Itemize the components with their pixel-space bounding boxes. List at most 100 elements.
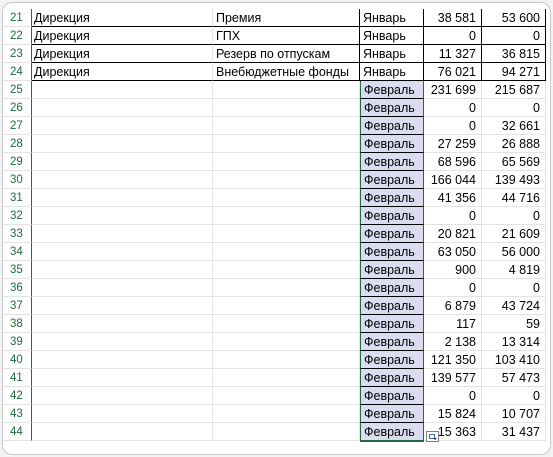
cell-department[interactable] [32, 171, 213, 189]
cell-expense-type[interactable]: Внебюджетные фонды [213, 63, 360, 81]
cell-value-1[interactable]: 2 138 [424, 333, 482, 351]
cell-value-2[interactable]: 53 600 [482, 9, 546, 27]
row-number[interactable]: 30 [3, 171, 32, 189]
cell-department[interactable] [32, 315, 213, 333]
cell-expense-type[interactable]: ГПХ [213, 27, 360, 45]
cell-department[interactable] [32, 99, 213, 117]
cell-month[interactable]: Февраль [360, 189, 424, 207]
cell-month[interactable]: Февраль [360, 99, 424, 117]
cell-expense-type[interactable] [213, 81, 360, 99]
cell-department[interactable] [32, 297, 213, 315]
row-number[interactable]: 38 [3, 315, 32, 333]
cell-department[interactable]: Дирекция [32, 45, 213, 63]
cell-department[interactable] [32, 351, 213, 369]
row-number[interactable]: 34 [3, 243, 32, 261]
row-number[interactable]: 44 [3, 423, 32, 441]
cell-month[interactable]: Февраль [360, 153, 424, 171]
row-number[interactable]: 37 [3, 297, 32, 315]
row-number[interactable]: 31 [3, 189, 32, 207]
cell-department[interactable] [32, 243, 213, 261]
cell-value-1[interactable]: 231 699 [424, 81, 482, 99]
cell-expense-type[interactable] [213, 297, 360, 315]
cell-department[interactable] [32, 135, 213, 153]
cell-value-1[interactable]: 121 350 [424, 351, 482, 369]
cell-value-2[interactable]: 56 000 [482, 243, 546, 261]
cell-month[interactable]: Январь [360, 27, 424, 45]
cell-value-1[interactable]: 0 [424, 27, 482, 45]
cell-department[interactable] [32, 387, 213, 405]
row-number[interactable]: 21 [3, 9, 32, 27]
cell-month[interactable]: Январь [360, 63, 424, 81]
cell-expense-type[interactable] [213, 153, 360, 171]
row-number[interactable]: 29 [3, 153, 32, 171]
cell-expense-type[interactable] [213, 405, 360, 423]
cell-month[interactable]: Февраль [360, 333, 424, 351]
cell-expense-type[interactable] [213, 99, 360, 117]
cell-value-1[interactable]: 27 259 [424, 135, 482, 153]
cell-month[interactable]: Февраль [360, 351, 424, 369]
row-number[interactable]: 43 [3, 405, 32, 423]
cell-month[interactable]: Февраль [360, 279, 424, 297]
cell-expense-type[interactable] [213, 333, 360, 351]
cell-value-1[interactable]: 38 581 [424, 9, 482, 27]
cell-value-2[interactable]: 103 410 [482, 351, 546, 369]
cell-value-2[interactable]: 26 888 [482, 135, 546, 153]
cell-value-1[interactable]: 41 356 [424, 189, 482, 207]
cell-value-2[interactable]: 43 724 [482, 297, 546, 315]
cell-month[interactable]: Февраль [360, 117, 424, 135]
cell-value-1[interactable]: 0 [424, 207, 482, 225]
cell-expense-type[interactable] [213, 135, 360, 153]
cell-department[interactable] [32, 117, 213, 135]
cell-value-2[interactable]: 0 [482, 27, 546, 45]
cell-value-2[interactable]: 4 819 [482, 261, 546, 279]
cell-month[interactable]: Февраль [360, 243, 424, 261]
row-number[interactable]: 22 [3, 27, 32, 45]
cell-value-2[interactable]: 21 609 [482, 225, 546, 243]
cell-expense-type[interactable] [213, 171, 360, 189]
cell-month[interactable]: Февраль [360, 261, 424, 279]
cell-value-2[interactable]: 10 707 [482, 405, 546, 423]
cell-value-1[interactable]: 0 [424, 279, 482, 297]
cell-value-1[interactable]: 0 [424, 99, 482, 117]
cell-expense-type[interactable] [213, 369, 360, 387]
cell-value-2[interactable]: 13 314 [482, 333, 546, 351]
cell-department[interactable]: Дирекция [32, 63, 213, 81]
cell-value-2[interactable]: 32 661 [482, 117, 546, 135]
cell-value-2[interactable]: 59 [482, 315, 546, 333]
cell-month[interactable]: Февраль [360, 423, 424, 441]
row-number[interactable]: 40 [3, 351, 32, 369]
cell-department[interactable]: Дирекция [32, 27, 213, 45]
cell-value-2[interactable]: 0 [482, 387, 546, 405]
cell-department[interactable] [32, 423, 213, 441]
cell-month[interactable]: Февраль [360, 225, 424, 243]
cell-value-2[interactable]: 57 473 [482, 369, 546, 387]
cell-value-2[interactable]: 65 569 [482, 153, 546, 171]
cell-department[interactable] [32, 279, 213, 297]
cell-value-2[interactable]: 0 [482, 99, 546, 117]
cell-department[interactable] [32, 261, 213, 279]
row-number[interactable]: 39 [3, 333, 32, 351]
row-number[interactable]: 27 [3, 117, 32, 135]
cell-expense-type[interactable] [213, 423, 360, 441]
cell-value-2[interactable]: 0 [482, 279, 546, 297]
cell-department[interactable] [32, 81, 213, 99]
row-number[interactable]: 23 [3, 45, 32, 63]
cell-department[interactable]: Дирекция [32, 9, 213, 27]
cell-month[interactable]: Февраль [360, 387, 424, 405]
cell-value-2[interactable]: 31 437 [482, 423, 546, 441]
cell-expense-type[interactable] [213, 261, 360, 279]
cell-value-2[interactable]: 139 493 [482, 171, 546, 189]
row-number[interactable]: 24 [3, 63, 32, 81]
cell-month[interactable]: Февраль [360, 369, 424, 387]
cell-value-2[interactable]: 0 [482, 207, 546, 225]
cell-value-2[interactable]: 94 271 [482, 63, 546, 81]
cell-month[interactable]: Февраль [360, 315, 424, 333]
cell-expense-type[interactable] [213, 243, 360, 261]
cell-value-1[interactable]: 139 577 [424, 369, 482, 387]
cell-value-1[interactable]: 68 596 [424, 153, 482, 171]
cell-department[interactable] [32, 369, 213, 387]
cell-month[interactable]: Февраль [360, 297, 424, 315]
row-number[interactable]: 42 [3, 387, 32, 405]
cell-value-1[interactable]: 15 824 [424, 405, 482, 423]
cell-expense-type[interactable] [213, 387, 360, 405]
